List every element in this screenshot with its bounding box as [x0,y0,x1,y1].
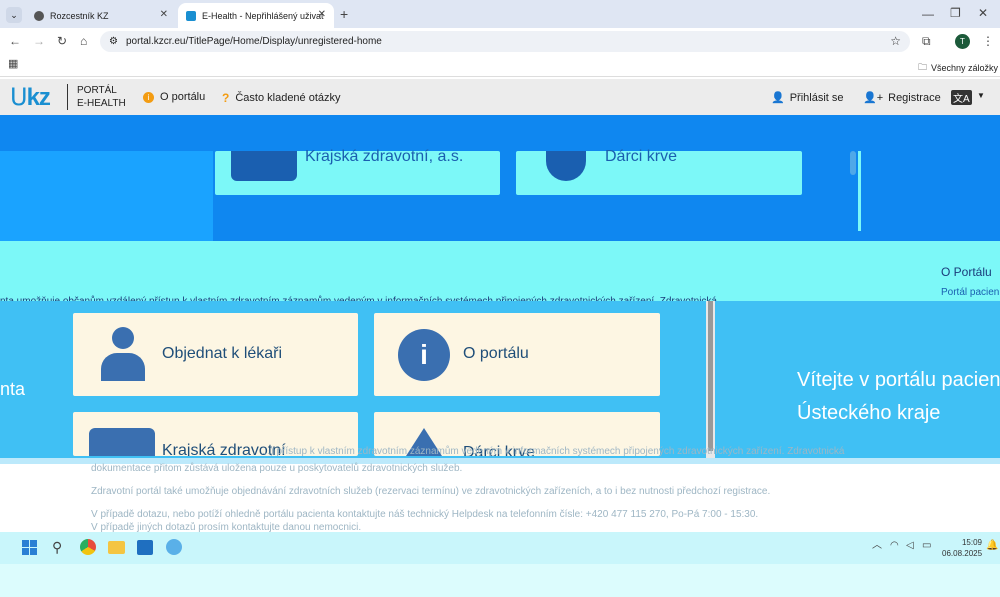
kz-logo[interactable]: ᑌkz [10,83,51,112]
intro-band [0,241,1000,301]
paragraph-2: Zdravotní portál také umožňuje objednává… [91,486,771,497]
nav-faq[interactable]: ? Často kladené otázky [222,91,341,105]
notification-bell-icon[interactable]: 🔔 [986,541,998,551]
nav-about[interactable]: i O portálu [143,91,205,103]
phone-icon [546,151,586,181]
file-explorer-icon[interactable] [108,541,125,554]
info-icon: i [143,91,154,103]
outlook-icon[interactable] [137,540,153,555]
close-tab-icon[interactable]: ✕ [318,9,326,20]
wifi-icon[interactable]: ◠ [890,541,899,551]
card-o-portalu[interactable]: i O portálu [374,313,660,396]
all-bookmarks-label: Všechny záložky [931,63,999,73]
clock[interactable]: 15:09 06.08.2025 [942,537,982,559]
info-circle-icon: i [398,329,450,381]
ehealth-favicon-icon [186,10,196,21]
profile-avatar[interactable]: T [955,34,970,49]
bookmarks-bar [0,55,1000,77]
extensions-icon[interactable]: ⧉ [922,35,931,47]
site-info-icon[interactable]: ⚙ [109,31,118,52]
globe-app-icon[interactable] [166,539,182,555]
clock-time: 15:09 [961,538,982,547]
welcome-title-line2: Ústeckého kraje [797,402,941,424]
logo-divider [67,84,68,110]
welcome-title-line1: Vítejte v portálu pacien [797,369,1000,391]
url-text: portal.kzcr.eu/TitlePage/Home/Display/un… [126,36,382,47]
top-card-kz[interactable]: Krajská zdravotní, a.s. [215,148,500,195]
top-card-label: Krajská zdravotní, a.s. [305,148,464,165]
user-icon: 👤 [771,92,785,104]
restore-button[interactable]: ❐ [950,7,961,19]
clock-date: 06.08.2025 [942,549,983,558]
top-card-label: Dárci krve [605,148,678,165]
bg-block [0,151,213,241]
language-switcher[interactable]: 文A [951,90,972,105]
tray-chevron-icon[interactable]: ︿ [872,541,882,551]
bookmark-star-icon[interactable]: ☆ [890,31,901,52]
search-icon[interactable]: ⚲ [52,540,62,554]
side-about-text: Portál pacien [941,287,1000,298]
portal-line2: E-HEALTH [77,98,126,109]
user-plus-icon: 👤+ [863,92,884,104]
globe-icon [34,10,44,21]
side-about-title: O Portálu [941,265,992,279]
paragraph-4: V případě jiných dotazů prosím kontaktuj… [91,522,362,532]
folder-icon: 🗀 [918,62,928,72]
new-tab-button[interactable]: + [340,7,348,21]
register-link[interactable]: 👤+ Registrace [863,91,941,105]
close-tab-icon[interactable]: ✕ [160,9,168,20]
paragraph-1b: dokumentace přitom zůstává uložena pouze… [91,463,463,474]
home-icon[interactable]: ⌂ [80,35,87,47]
tab-ehealth[interactable]: E-Health - Nepřihlášený uživatel ✕ [178,3,334,28]
register-label: Registrace [888,91,941,104]
scrollbar-thumb[interactable] [708,301,713,451]
nav-faq-label: Často kladené otázky [235,92,341,104]
login-label: Přihlásit se [789,91,844,104]
glitch-bottom [0,564,1000,597]
chrome-icon[interactable] [80,539,96,555]
paragraph-1a: ...) přístup k vlastním zdravotním zázna… [262,446,845,457]
forward-icon[interactable]: → [33,35,45,47]
portal-title: PORTÁL E-HEALTH [77,84,126,110]
battery-icon[interactable]: ▭ [922,541,931,551]
menu-kebab-icon[interactable]: ⋮ [982,35,994,47]
volume-icon[interactable]: ◁ [906,541,914,551]
hospital-icon [89,428,155,456]
caret-down-icon[interactable]: ▼ [977,91,985,100]
close-window-button[interactable]: ✕ [978,7,988,19]
doctor-icon [101,327,145,381]
left-fragment: nta [0,379,26,399]
nav-about-label: O portálu [160,91,206,103]
intro-fragment: nta umožňuje občanům vzdálený přístup k … [0,294,740,301]
reload-icon[interactable]: ↻ [57,35,67,47]
minimize-button[interactable]: — [922,8,934,20]
hospital-icon [231,151,297,181]
back-icon[interactable]: ← [9,35,21,47]
tab-rozcestnik[interactable]: Rozcestník KZ ✕ [26,3,176,28]
paragraph-3: V případě dotazu, nebo potíží ohledně po… [91,509,759,520]
url-field[interactable]: ⚙ portal.kzcr.eu/TitlePage/Home/Display/… [100,31,910,52]
side-block [858,151,1000,231]
logo-text: kz [26,84,51,111]
scroll-thumb-small[interactable] [850,151,856,175]
apps-grid-icon[interactable]: ▦ [8,59,18,70]
tab-search-button[interactable]: ⌄ [6,7,22,23]
portal-line1: PORTÁL [77,85,117,96]
question-icon: ? [222,91,230,105]
top-card-blood[interactable]: Dárci krve [516,148,802,195]
login-link[interactable]: 👤 Přihlásit se [771,91,844,105]
card-label: Objednat k lékaři [162,345,283,362]
all-bookmarks-button[interactable]: 🗀 Všechny záložky [918,60,998,76]
tab-title: E-Health - Nepřihlášený uživatel [202,10,324,21]
start-icon[interactable] [22,540,37,555]
card-label: O portálu [463,345,529,362]
banner-strip [0,115,1000,151]
tab-title: Rozcestník KZ [50,10,109,21]
card-objednat[interactable]: Objednat k lékaři [73,313,358,396]
